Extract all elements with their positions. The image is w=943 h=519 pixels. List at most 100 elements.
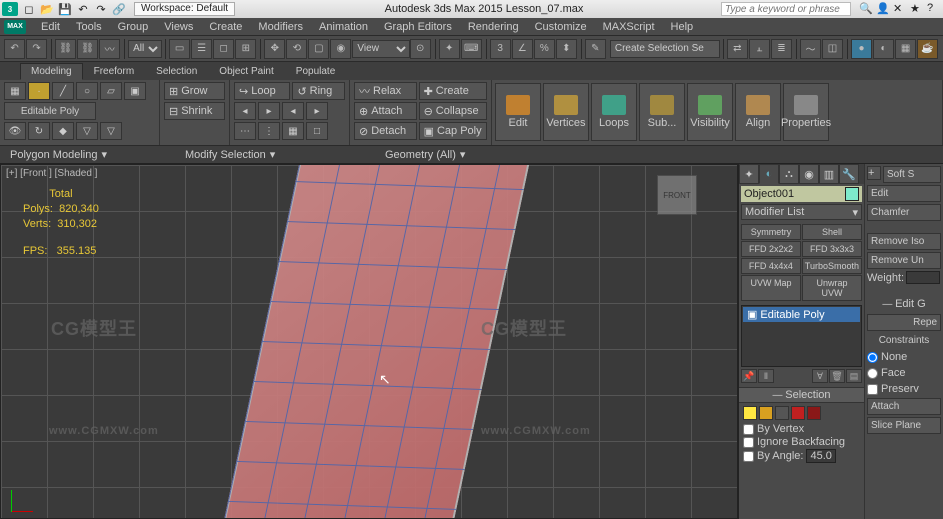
menu-rendering[interactable]: Rendering <box>461 19 526 35</box>
menu-grapheditors[interactable]: Graph Editors <box>377 19 459 35</box>
motion-tab-icon[interactable]: ◉ <box>799 164 819 184</box>
select-name-icon[interactable]: ☰ <box>191 39 212 59</box>
shrink-button[interactable]: ⊟Shrink <box>164 102 225 120</box>
window-crossing-icon[interactable]: ⊞ <box>235 39 256 59</box>
mod-ffd444[interactable]: FFD 4x4x4 <box>741 258 801 274</box>
relax-button[interactable]: 〰Relax <box>354 82 417 100</box>
select-object-icon[interactable]: ▭ <box>169 39 190 59</box>
modifier-list-dropdown[interactable]: Modifier List▾ <box>741 204 862 220</box>
keyboard-shortcut-icon[interactable]: ⌨ <box>461 39 482 59</box>
big-align[interactable]: Align <box>735 83 781 141</box>
modify-tab-icon[interactable]: ◐ <box>759 164 779 184</box>
softsel-button[interactable]: Soft S <box>883 166 941 183</box>
mod-unwrapuvw[interactable]: Unwrap UVW <box>802 275 862 301</box>
slice-plane-button[interactable]: Slice Plane <box>867 417 941 434</box>
redo-button[interactable]: ↷ <box>26 39 47 59</box>
panel-dd-polymodeling[interactable]: Polygon Modeling ▾ <box>0 148 175 161</box>
big-vertices[interactable]: Vertices <box>543 83 589 141</box>
menu-modifiers[interactable]: Modifiers <box>251 19 310 35</box>
panel-dd-geometry[interactable]: Geometry (All) ▾ <box>375 148 475 161</box>
big-properties[interactable]: Properties <box>783 83 829 141</box>
curve-editor-icon[interactable]: 〜 <box>800 39 821 59</box>
mod-ffd333[interactable]: FFD 3x3x3 <box>802 241 862 257</box>
subobj-vertex-icon[interactable] <box>743 406 757 420</box>
tab-populate[interactable]: Populate <box>285 63 346 80</box>
show-end-icon[interactable]: Ⅱ <box>758 369 774 383</box>
edit-named-sel-icon[interactable]: ✎ <box>585 39 606 59</box>
big-sub[interactable]: Sub... <box>639 83 685 141</box>
edge-mode-icon[interactable]: ╱ <box>52 82 74 100</box>
menu-views[interactable]: Views <box>157 19 200 35</box>
subobj-border-icon[interactable] <box>775 406 789 420</box>
element-mode-icon[interactable]: ▣ <box>124 82 146 100</box>
preview-icon[interactable]: 👁 <box>4 122 26 140</box>
render-setup-icon[interactable]: ◐ <box>873 39 894 59</box>
render-frame-icon[interactable]: ▦ <box>895 39 916 59</box>
ring-button[interactable]: ↺Ring <box>292 82 345 100</box>
placement-icon[interactable]: ◉ <box>330 39 351 59</box>
undo-icon[interactable]: ↶ <box>76 2 90 16</box>
modifier-stack[interactable]: ▣Editable Poly <box>741 305 862 367</box>
display-tab-icon[interactable]: ▥ <box>819 164 839 184</box>
ignore-backfacing-checkbox[interactable]: Ignore Backfacing <box>743 436 860 448</box>
remove-mod-icon[interactable]: 🗑 <box>829 369 845 383</box>
big-loops[interactable]: Loops <box>591 83 637 141</box>
subobj-element-icon[interactable] <box>807 406 821 420</box>
app-menu-button[interactable]: MAX <box>4 20 26 34</box>
workspace-switcher[interactable]: Workspace: Default <box>134 2 235 16</box>
expand-icon[interactable]: ▣ <box>747 308 757 321</box>
repeat-icon[interactable]: ↻ <box>28 122 50 140</box>
big-edit[interactable]: Edit <box>495 83 541 141</box>
constraint-face-radio[interactable]: Face <box>867 367 941 379</box>
spinner-snap-icon[interactable]: ⬍ <box>556 39 577 59</box>
menu-maxscript[interactable]: MAXScript <box>596 19 662 35</box>
loop-button[interactable]: ↪Loop <box>234 82 290 100</box>
dot-ring-icon[interactable]: ⋮ <box>258 122 280 140</box>
nurms-icon[interactable]: ◆ <box>52 122 74 140</box>
subobj-edge-icon[interactable] <box>759 406 773 420</box>
mirror-icon[interactable]: ⇄ <box>727 39 748 59</box>
create-button[interactable]: ✚Create <box>419 82 487 100</box>
viewport[interactable]: [+] [Front ] [Shaded ] Total Polys: 820,… <box>0 164 738 519</box>
tab-objectpaint[interactable]: Object Paint <box>208 63 284 80</box>
select-region-icon[interactable]: ◻ <box>213 39 234 59</box>
panel-dd-modifysel[interactable]: Modify Selection ▾ <box>175 148 375 161</box>
weight-spinner[interactable]: Weight: <box>867 271 941 284</box>
chamfer-button[interactable]: Chamfer <box>867 204 941 221</box>
mod-turbosmooth[interactable]: TurboSmooth <box>802 258 862 274</box>
loop-next-icon[interactable]: ▸ <box>258 102 280 120</box>
ring-prev-icon[interactable]: ◂ <box>282 102 304 120</box>
viewport-label[interactable]: [+] [Front ] [Shaded ] <box>6 168 97 179</box>
fill-icon[interactable]: ▦ <box>282 122 304 140</box>
angle-snap-icon[interactable]: ∠ <box>512 39 533 59</box>
named-selection-input[interactable] <box>610 40 720 58</box>
tab-selection[interactable]: Selection <box>145 63 208 80</box>
app-icon[interactable]: 3 <box>2 2 18 16</box>
menu-create[interactable]: Create <box>202 19 249 35</box>
remove-iso-button[interactable]: Remove Iso <box>867 233 941 250</box>
hierarchy-tab-icon[interactable]: ⛬ <box>779 164 799 184</box>
pivot-icon[interactable]: ⊙ <box>410 39 431 59</box>
utilities-tab-icon[interactable]: 🔧 <box>839 164 859 184</box>
search-input[interactable] <box>721 2 851 16</box>
border-mode-icon[interactable]: ○ <box>76 82 98 100</box>
create-tab-icon[interactable]: ✦ <box>739 164 759 184</box>
mod-symmetry[interactable]: Symmetry <box>741 224 801 240</box>
by-angle-checkbox[interactable]: By Angle: 45.0 <box>743 449 860 463</box>
render-icon[interactable]: ☕ <box>917 39 938 59</box>
edit-button[interactable]: Edit <box>867 185 941 202</box>
schematic-view-icon[interactable]: ◫ <box>822 39 843 59</box>
signin-icon[interactable]: 👤 <box>876 2 890 16</box>
material-editor-icon[interactable]: ● <box>851 39 872 59</box>
constraint2-icon[interactable]: ▽ <box>100 122 122 140</box>
menu-help[interactable]: Help <box>664 19 701 35</box>
object-name-field[interactable]: Object001 <box>741 186 862 202</box>
constraint-icon[interactable]: ▽ <box>76 122 98 140</box>
link-icon[interactable]: 🔗 <box>112 2 126 16</box>
ref-coord-dropdown[interactable]: View <box>352 40 409 58</box>
layers-icon[interactable]: ≣ <box>771 39 792 59</box>
remove-unused-button[interactable]: Remove Un <box>867 252 941 269</box>
snap-toggle-icon[interactable]: 3 <box>490 39 511 59</box>
stack-item-editablepoly[interactable]: ▣Editable Poly <box>743 307 860 322</box>
outline-icon[interactable]: □ <box>306 122 328 140</box>
